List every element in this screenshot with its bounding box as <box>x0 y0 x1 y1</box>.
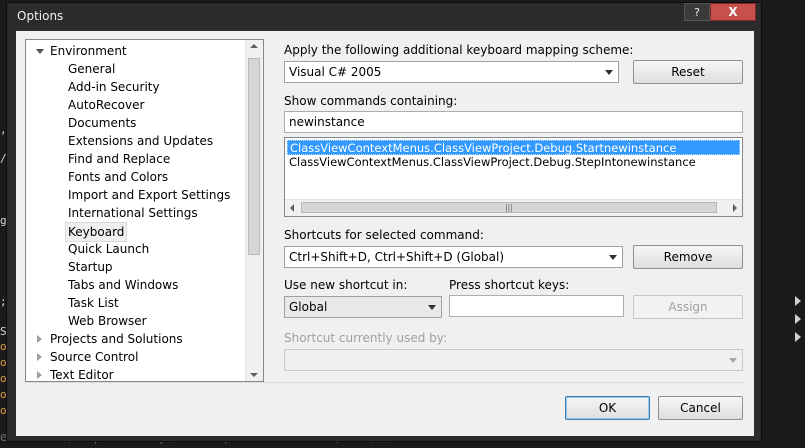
assign-button[interactable]: Assign <box>633 295 743 319</box>
tree-item-international-settings[interactable]: International Settings <box>68 204 198 222</box>
use-new-shortcut-label: Use new shortcut in: <box>284 278 408 292</box>
commands-horizontal-scrollbar[interactable]: ||| <box>285 199 742 216</box>
expand-arrow-icon[interactable] <box>37 353 42 361</box>
tree-item-text-editor[interactable]: Text Editor <box>26 366 246 382</box>
help-button[interactable]: ? <box>684 3 710 21</box>
tree-item-label: Projects and Solutions <box>50 332 183 346</box>
cancel-button[interactable]: Cancel <box>658 396 743 420</box>
scroll-right-icon[interactable] <box>733 204 737 212</box>
tree-item-label: Text Editor <box>50 368 114 382</box>
tree-item-web-browser[interactable]: Web Browser <box>68 312 147 330</box>
chevron-down-icon <box>428 305 436 310</box>
tree-item-startup[interactable]: Startup <box>68 258 113 276</box>
remove-button[interactable]: Remove <box>633 245 743 269</box>
ok-button[interactable]: OK <box>565 396 650 420</box>
show-commands-label: Show commands containing: <box>284 94 458 108</box>
currently-used-label: Shortcut currently used by: <box>284 331 448 345</box>
press-shortcut-keys-input[interactable] <box>449 295 624 317</box>
chevron-down-icon <box>609 255 617 260</box>
commands-list[interactable]: ClassViewContextMenus.ClassViewProject.D… <box>284 137 743 217</box>
footer-divider <box>25 382 745 383</box>
tree-item-documents[interactable]: Documents <box>68 114 136 132</box>
shortcuts-value: Ctrl+Shift+D, Ctrl+Shift+D (Global) <box>289 250 505 264</box>
press-shortcut-keys-label: Press shortcut keys: <box>449 278 570 292</box>
tree-item-projects-and-solutions[interactable]: Projects and Solutions <box>26 330 246 348</box>
use-new-shortcut-value: Global <box>289 300 328 314</box>
use-new-shortcut-select[interactable]: Global <box>284 296 442 318</box>
chevron-down-icon <box>729 358 737 363</box>
tree-item-fonts-and-colors[interactable]: Fonts and Colors <box>68 168 168 186</box>
tree-item-task-list[interactable]: Task List <box>68 294 119 312</box>
tree-item-tabs-and-windows[interactable]: Tabs and Windows <box>68 276 178 294</box>
tree-item-autorecover[interactable]: AutoRecover <box>68 96 144 114</box>
chevron-right-icon <box>795 314 801 324</box>
tree-item-general[interactable]: General <box>68 60 115 78</box>
scroll-left-icon[interactable] <box>290 204 294 212</box>
dialog-client-area: Environment General Add-in Security Auto… <box>16 31 754 436</box>
expand-arrow-icon[interactable] <box>37 371 42 379</box>
options-dialog: Options ? X Environment General Add-in S… <box>6 2 762 442</box>
dialog-title: Options <box>17 9 64 23</box>
tree-item-find-and-replace[interactable]: Find and Replace <box>68 150 170 168</box>
title-bar: Options ? X <box>7 3 761 31</box>
chevron-right-icon <box>795 332 801 342</box>
currently-used-select[interactable] <box>284 349 743 371</box>
show-commands-input[interactable]: newinstance <box>284 111 743 133</box>
scroll-up-icon[interactable] <box>250 44 258 48</box>
mapping-scheme-select[interactable]: Visual C# 2005 <box>284 61 619 83</box>
tree-item-environment[interactable]: Environment <box>26 42 246 60</box>
tree-item-extensions-and-updates[interactable]: Extensions and Updates <box>68 132 213 150</box>
mapping-scheme-label: Apply the following additional keyboard … <box>284 43 634 57</box>
close-button[interactable]: X <box>710 3 756 21</box>
tree-item-label: Source Control <box>50 350 139 364</box>
options-tree[interactable]: Environment General Add-in Security Auto… <box>25 39 264 382</box>
list-item[interactable]: ClassViewContextMenus.ClassViewProject.D… <box>287 140 740 155</box>
tree-item-import-export-settings[interactable]: Import and Export Settings <box>68 186 230 204</box>
tree-item-keyboard[interactable]: Keyboard <box>65 222 128 242</box>
expand-arrow-icon[interactable] <box>36 49 44 54</box>
tree-item-quick-launch[interactable]: Quick Launch <box>68 240 149 258</box>
scrollbar-thumb[interactable]: ||| <box>301 202 717 213</box>
scrollbar-thumb[interactable] <box>248 58 260 255</box>
scroll-down-icon[interactable] <box>250 373 258 377</box>
chevron-right-icon <box>795 296 801 306</box>
tree-item-add-in-security[interactable]: Add-in Security <box>68 78 160 96</box>
tree-vertical-scrollbar[interactable] <box>245 40 263 381</box>
list-item[interactable]: ClassViewContextMenus.ClassViewProject.D… <box>287 155 696 170</box>
tree-item-label: Environment <box>50 44 127 58</box>
shortcuts-label: Shortcuts for selected command: <box>284 228 484 242</box>
tree-item-source-control[interactable]: Source Control <box>26 348 246 366</box>
expand-arrow-icon[interactable] <box>37 335 42 343</box>
mapping-scheme-value: Visual C# 2005 <box>289 65 382 79</box>
chevron-down-icon <box>605 70 613 75</box>
reset-button[interactable]: Reset <box>633 60 743 84</box>
shortcuts-select[interactable]: Ctrl+Shift+D, Ctrl+Shift+D (Global) <box>284 246 623 268</box>
